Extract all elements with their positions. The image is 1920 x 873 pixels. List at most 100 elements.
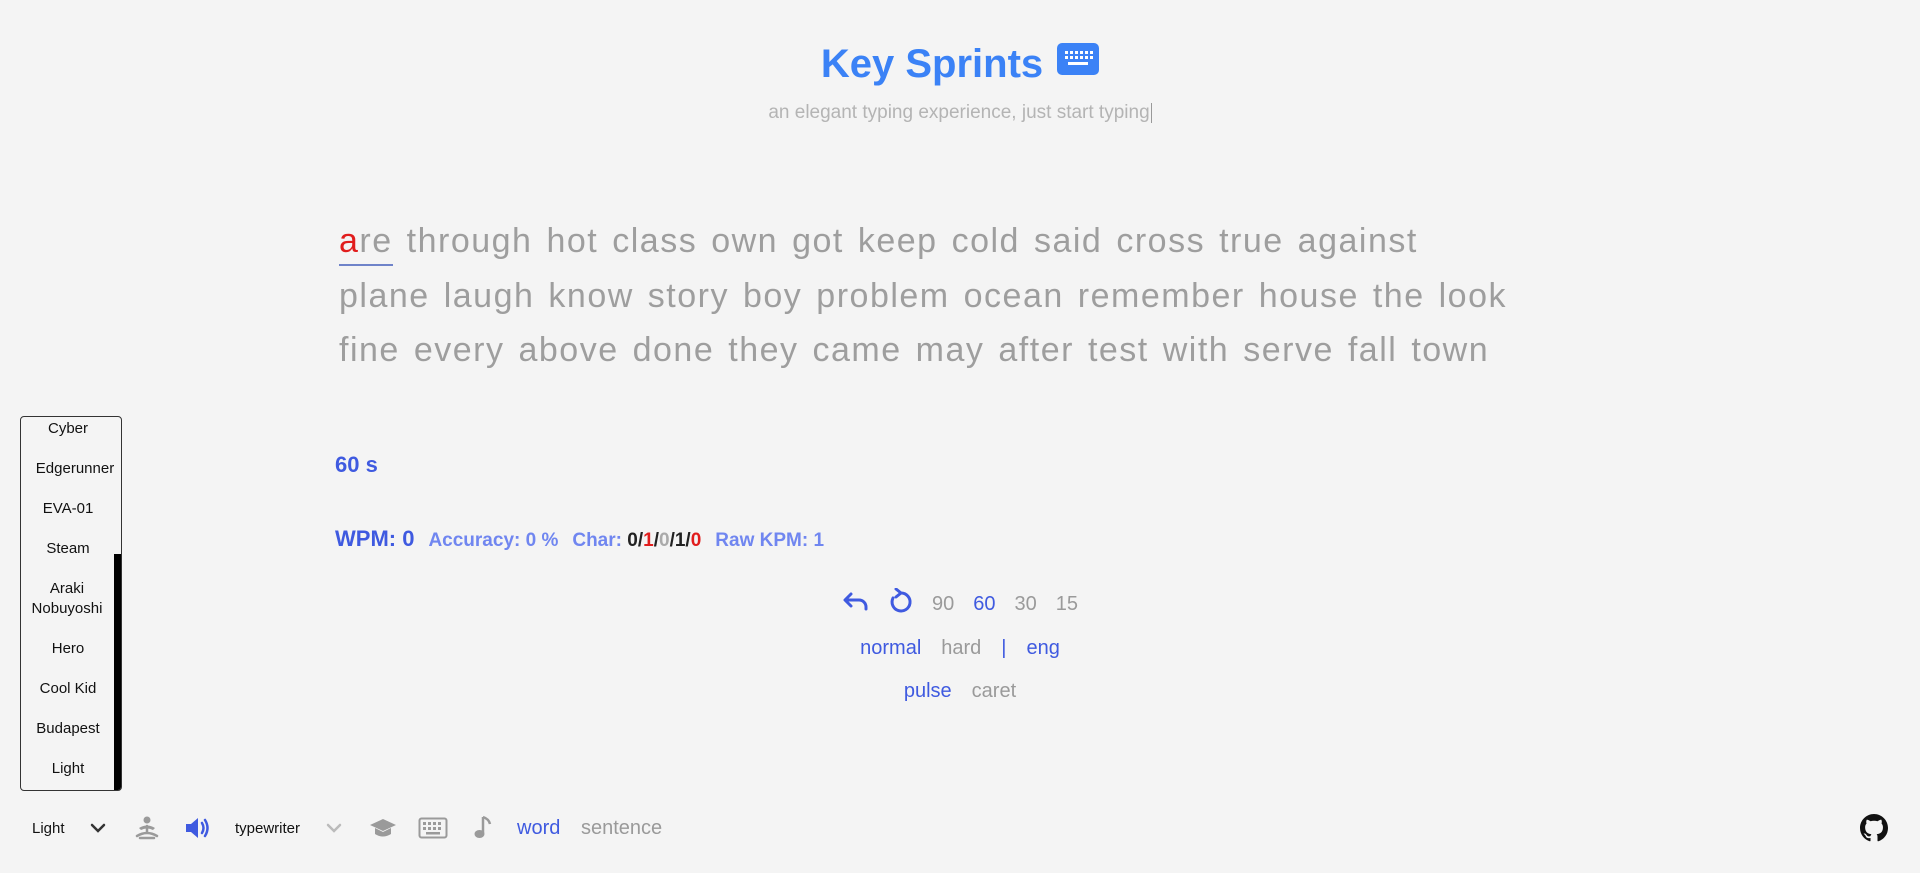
bottom-bar: Light typewriter word sentence [0, 812, 1920, 844]
restart-icon[interactable] [889, 587, 913, 620]
word: with [1162, 331, 1230, 369]
word: class [612, 222, 698, 260]
difficulty-normal[interactable]: normal [860, 637, 921, 660]
word: every [413, 331, 505, 369]
theme-option[interactable]: Steam [21, 539, 121, 579]
sound-select[interactable]: typewriter [235, 812, 342, 844]
theme-option[interactable]: Cyber [21, 419, 121, 459]
char-wrong: 1 [643, 530, 654, 551]
undo-icon[interactable] [842, 590, 870, 618]
word: boy [742, 276, 803, 315]
word-display[interactable]: are through hot class own got keep cold said cros… [339, 214, 1599, 378]
keyboard-icon [1057, 43, 1100, 75]
word: town [1411, 331, 1490, 369]
word: came [812, 331, 902, 369]
graduation-cap-icon[interactable] [369, 812, 397, 844]
word: after [998, 331, 1074, 369]
duration-15[interactable]: 15 [1056, 593, 1078, 616]
theme-option[interactable]: Araki Nobuyoshi [21, 579, 121, 639]
word-line-rest: through hot class own got keep cold said cross tr… [407, 222, 1432, 260]
char-label: Char: [572, 530, 628, 551]
divider: | [1001, 637, 1007, 659]
theme-select-value: Light [32, 819, 65, 837]
mode-word-label: word [517, 816, 561, 839]
word: fine [339, 331, 400, 369]
word: know [548, 276, 634, 315]
word: done [632, 331, 715, 369]
char-missing: 0 [658, 530, 670, 551]
theme-option[interactable]: Light [21, 759, 121, 790]
word: the [1372, 276, 1425, 315]
mode-sentence[interactable]: sentence [581, 812, 662, 844]
word: above [518, 331, 619, 369]
duration-60[interactable]: 60 [973, 593, 995, 616]
theme-select[interactable]: Light [32, 812, 106, 844]
mode-word[interactable]: word [517, 812, 560, 844]
word: hot [546, 222, 599, 260]
chevron-down-icon[interactable] [326, 823, 342, 833]
subtitle-caret [1150, 102, 1152, 123]
word: may [915, 331, 985, 369]
subtitle: an elegant typing experience, just start… [0, 102, 1920, 124]
wpm-stat: WPM: 0 [335, 526, 415, 551]
word: look [1438, 276, 1507, 315]
caret-style-pulse[interactable]: pulse [904, 680, 952, 703]
theme-option[interactable]: Cool Kid [21, 679, 121, 719]
char-extra: 1 [674, 530, 686, 551]
difficulty-hard[interactable]: hard [941, 637, 981, 660]
theme-option[interactable]: EVA-01 [21, 499, 121, 539]
caret-controls: pulse caret [0, 680, 1920, 703]
word: they [728, 331, 799, 369]
word-line: are through hot class own got keep cold said cros… [339, 214, 1599, 269]
stats-bar: WPM: 0 Accuracy: 0 % Char: 0/1/0/1/0 Raw… [335, 526, 838, 552]
keyboard-icon[interactable] [418, 812, 448, 844]
duration-90[interactable]: 90 [932, 593, 954, 616]
word: laugh [443, 276, 535, 315]
word: story [647, 276, 729, 315]
word: cross [1116, 222, 1206, 260]
theme-option[interactable]: Budapest [21, 719, 121, 759]
word: own [711, 222, 779, 260]
word: got [792, 222, 844, 260]
difficulty-controls: normal hard | eng [0, 637, 1920, 660]
word: test [1087, 331, 1149, 369]
word-line: plane laugh know story boy problem ocean rememb… [339, 269, 1599, 324]
theme-list-scrollbar[interactable] [114, 554, 121, 790]
char-total-wrong: 0 [690, 530, 702, 551]
language-eng[interactable]: eng [1027, 637, 1060, 660]
word: cold [951, 222, 1020, 260]
word-line: fine every above done they came may after test wi… [339, 323, 1599, 378]
app-title: Key Sprints [820, 42, 1044, 86]
char-stat: Char: 0/1/0/1/0 [572, 530, 701, 552]
header: Key Sprints an elegant typing experience… [0, 38, 1920, 124]
char-correct: 0 [627, 530, 638, 551]
music-note-icon[interactable] [473, 812, 493, 844]
word: against [1297, 222, 1418, 260]
word: true [1219, 222, 1284, 260]
current-word-rest: re [359, 222, 393, 260]
volume-icon[interactable] [184, 812, 212, 844]
word: keep [857, 222, 938, 260]
zen-mode-icon[interactable] [134, 812, 160, 844]
word: said [1033, 222, 1103, 260]
theme-option[interactable]: Hero [21, 639, 121, 679]
word: plane [339, 276, 430, 315]
accuracy-stat: Accuracy: 0 % [428, 530, 559, 551]
mode-sentence-label: sentence [581, 816, 663, 839]
theme-dropdown-list[interactable]: Cyber Edgerunner EVA-01 Steam Araki Nobu… [20, 416, 122, 791]
current-word: are [339, 218, 393, 266]
duration-controls: 90 60 30 15 [0, 587, 1920, 620]
word: remember [1077, 276, 1245, 315]
timer: 60 s [335, 452, 378, 477]
github-icon[interactable] [1860, 812, 1888, 844]
chevron-down-icon[interactable] [90, 823, 106, 833]
caret-style-caret[interactable]: caret [972, 680, 1016, 703]
word: ocean [963, 276, 1064, 315]
word: serve [1243, 331, 1334, 369]
raw-kpm-stat: Raw KPM: 1 [715, 530, 825, 551]
word: problem [816, 276, 950, 315]
duration-30[interactable]: 30 [1015, 593, 1037, 616]
word: house [1258, 276, 1359, 315]
theme-option[interactable]: Edgerunner [21, 459, 121, 499]
word: through [406, 222, 533, 260]
